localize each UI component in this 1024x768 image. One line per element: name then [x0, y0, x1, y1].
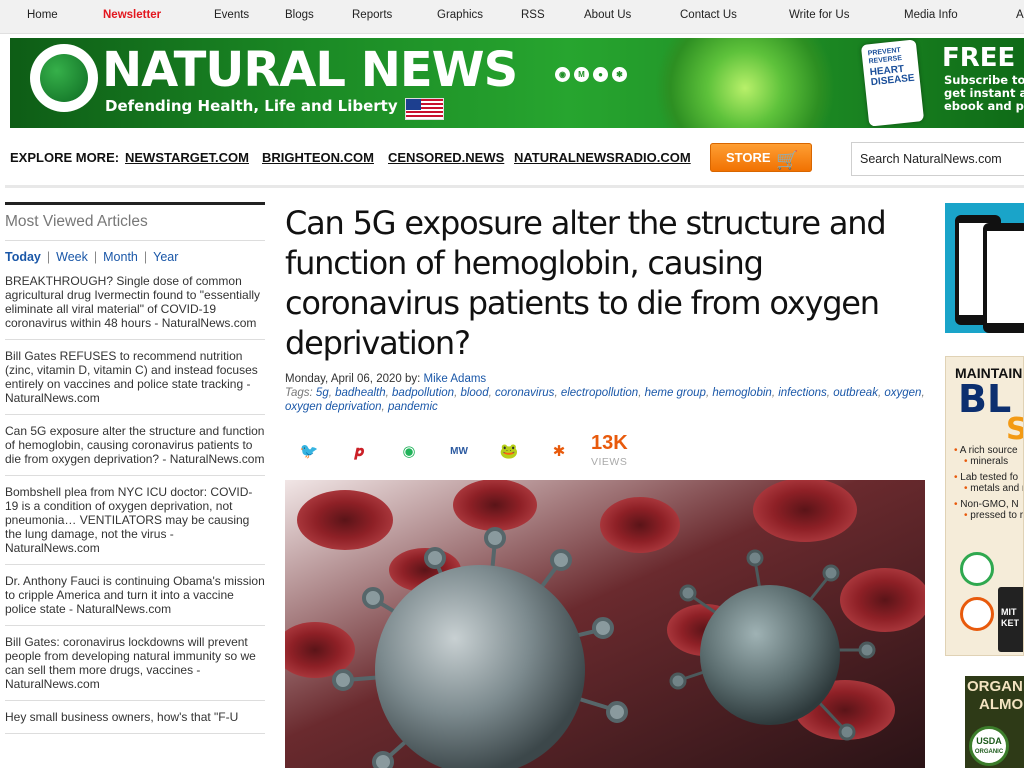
article-meta: Monday, April 06, 2020 by: Mike Adams Ta…: [285, 372, 925, 414]
explore-link-censored[interactable]: CENSORED.NEWS: [388, 150, 504, 165]
explore-link-newstarget[interactable]: NEWSTARGET.COM: [125, 150, 249, 165]
banner-social-icons: ◉ M ● ✱: [555, 67, 627, 82]
lab-tested-badge-icon: [960, 552, 994, 586]
list-item[interactable]: Bill Gates REFUSES to recommend nutritio…: [5, 348, 265, 415]
supplement-ad[interactable]: MAINTAIN A BL S A rich source minerals L…: [945, 356, 1024, 656]
tab-year[interactable]: Year: [153, 250, 178, 264]
tab-month[interactable]: Month: [103, 250, 138, 264]
organic-almond-ad[interactable]: ORGAN ALMO USDA ORGANIC: [965, 676, 1024, 768]
globe-icon: [40, 54, 88, 102]
article-tags: Tags: 5g, badhealth, badpollution, blood…: [285, 387, 925, 413]
twitter-icon[interactable]: 🐦: [299, 442, 319, 462]
tab-today[interactable]: Today: [5, 250, 41, 264]
us-flag-icon: [405, 98, 444, 120]
nav-contact-us[interactable]: Contact Us: [680, 9, 737, 21]
free-ebook-title: FREE: [942, 43, 1016, 73]
minds-icon[interactable]: ✱: [549, 442, 569, 462]
list-item[interactable]: BREAKTHROUGH? Single dose of common agri…: [5, 273, 265, 340]
site-banner[interactable]: NATURAL NEWS Defending Health, Life and …: [10, 38, 1024, 128]
tag-link[interactable]: badhealth: [335, 387, 386, 399]
nav-reports[interactable]: Reports: [352, 9, 392, 21]
pinterest-icon[interactable]: 𝒑: [349, 442, 369, 462]
tags-label: Tags:: [285, 387, 313, 399]
nav-rss[interactable]: RSS: [521, 9, 545, 21]
tag-link[interactable]: outbreak: [833, 387, 878, 399]
mewe-icon[interactable]: M: [574, 67, 589, 82]
gab-icon[interactable]: 🐸: [499, 442, 519, 462]
cart-icon: 🛒: [776, 150, 799, 170]
search-input[interactable]: [852, 143, 1024, 175]
phone-image: [983, 223, 1024, 333]
top-navigation: Home Newsletter Events Blogs Reports Gra…: [0, 0, 1024, 34]
tag-link[interactable]: badpollution: [392, 387, 454, 399]
share-bar: 🐦 𝒑 ◉ MW 🐸 ✱ 13K VIEWS: [285, 432, 645, 472]
gab-icon[interactable]: ●: [593, 67, 608, 82]
tag-link[interactable]: oxygen: [884, 387, 921, 399]
product-bottle-icon: MIT KET: [998, 587, 1023, 652]
explore-link-naturalnewsradio[interactable]: NATURALNEWSRADIO.COM: [514, 150, 691, 165]
tag-link[interactable]: infections: [778, 387, 827, 399]
nav-more[interactable]: A: [1016, 9, 1024, 21]
tag-link[interactable]: electropollution: [561, 387, 638, 399]
nav-events[interactable]: Events: [214, 9, 249, 21]
list-item[interactable]: Bill Gates: coronavirus lockdowns will p…: [5, 634, 265, 701]
store-button[interactable]: STORE 🛒: [710, 143, 812, 172]
coronavirus-illustration: [285, 480, 925, 768]
brighteon-icon[interactable]: ◉: [399, 442, 419, 462]
free-ebook-text: Subscribe to o get instant acc ebook and…: [944, 73, 1024, 113]
tag-link[interactable]: oxygen deprivation: [285, 401, 382, 413]
header-divider: [5, 185, 1024, 188]
brighteon-icon[interactable]: ◉: [555, 67, 570, 82]
tag-link[interactable]: pandemic: [388, 401, 438, 413]
tag-link[interactable]: heme group: [645, 387, 706, 399]
list-item[interactable]: Hey small business owners, how's that "F…: [5, 709, 265, 734]
nav-blogs[interactable]: Blogs: [285, 9, 314, 21]
mewe-icon[interactable]: MW: [449, 442, 469, 462]
tag-link[interactable]: hemoglobin: [712, 387, 771, 399]
tag-link[interactable]: blood: [460, 387, 488, 399]
app-promo-ad[interactable]: [945, 203, 1024, 333]
tag-link[interactable]: coronavirus: [495, 387, 554, 399]
most-viewed-list: BREAKTHROUGH? Single dose of common agri…: [5, 273, 265, 742]
author-link[interactable]: Mike Adams: [424, 373, 487, 385]
article-headline: Can 5G exposure alter the structure and …: [285, 204, 887, 362]
nav-newsletter[interactable]: Newsletter: [103, 9, 161, 21]
article-hero-image: [285, 480, 925, 768]
sidebar-top-rule: [5, 202, 265, 205]
nav-about-us[interactable]: About Us: [584, 9, 631, 21]
list-item[interactable]: Bombshell plea from NYC ICU doctor: COVI…: [5, 484, 265, 565]
nav-graphics[interactable]: Graphics: [437, 9, 483, 21]
views-label: VIEWS: [591, 456, 628, 468]
sidebar-title: Most Viewed Articles: [5, 213, 148, 230]
nav-home[interactable]: Home: [27, 9, 58, 21]
store-label: STORE: [726, 150, 771, 165]
ebook-promo-image[interactable]: PREVENT REVERSE HEART DISEASE: [860, 39, 925, 127]
explore-label: EXPLORE MORE:: [10, 150, 120, 165]
usda-organic-seal-icon: USDA ORGANIC: [969, 726, 1009, 766]
article-date: Monday, April 06, 2020 by:: [285, 373, 421, 385]
sidebar-title-rule: [5, 240, 265, 241]
non-gmo-badge-icon: [960, 597, 994, 631]
tag-link[interactable]: 5g: [316, 387, 329, 399]
sidebar-tabs: Today | Week | Month | Year: [5, 250, 179, 264]
site-tagline: Defending Health, Life and Liberty: [105, 97, 398, 115]
search-box[interactable]: [851, 142, 1024, 176]
nav-write-for-us[interactable]: Write for Us: [789, 9, 850, 21]
minds-icon[interactable]: ✱: [612, 67, 627, 82]
explore-link-brighteon[interactable]: BRIGHTEON.COM: [262, 150, 374, 165]
list-item[interactable]: Dr. Anthony Fauci is continuing Obama's …: [5, 573, 265, 626]
views-count: 13K: [591, 432, 628, 454]
list-item[interactable]: Can 5G exposure alter the structure and …: [5, 423, 265, 476]
nav-media-info[interactable]: Media Info: [904, 9, 958, 21]
site-brand: NATURAL NEWS: [102, 42, 518, 98]
succulent-graphic: [650, 38, 840, 128]
tab-week[interactable]: Week: [56, 250, 88, 264]
